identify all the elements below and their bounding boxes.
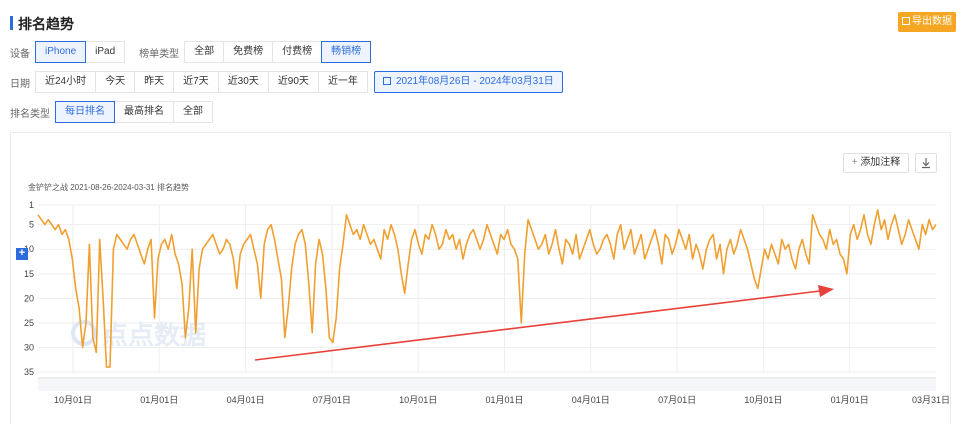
device-option-iphone[interactable]: iPhone [35, 41, 87, 63]
zoom-slider-track[interactable] [38, 379, 936, 391]
x-tick-label: 07月01日 [658, 395, 696, 405]
rank-trend-chart: 15101520253035 10月01日 01月01日 04月01日 07月01日 1… [24, 200, 950, 405]
x-tick-label: 04月01日 [572, 395, 610, 405]
watermark-text: 点点数据 [102, 320, 206, 351]
y-tick-label: 30 [24, 342, 34, 352]
chart-type-grossing[interactable]: 畅销榜 [321, 41, 372, 63]
rank-type-daily[interactable]: 每日排名 [55, 101, 115, 123]
x-tick-label: 01月01日 [831, 395, 869, 405]
x-tick-label: 01月01日 [140, 395, 178, 405]
x-tick-label: 01月01日 [485, 395, 523, 405]
y-tick-label: 15 [24, 269, 34, 279]
x-tick-label: 07月01日 [313, 395, 351, 405]
y-tick-label: 25 [24, 318, 34, 328]
x-tick-label: 10月01日 [744, 395, 782, 405]
x-tick-label: 10月01日 [399, 395, 437, 405]
x-tick-label: 04月01日 [227, 395, 265, 405]
expand-plus-button[interactable]: + [16, 248, 28, 260]
y-axis-ticks: 15101520253035 [24, 200, 34, 377]
trend-arrow-line [254, 290, 821, 361]
x-tick-label: 10月01日 [54, 395, 92, 405]
y-tick-label: 5 [29, 220, 34, 230]
x-axis-ticks: 10月01日 01月01日 04月01日 07月01日 10月01日 01月01日 04月0… [54, 395, 950, 405]
x-tick-label: 03月31日 [912, 395, 950, 405]
y-tick-label: 1 [29, 200, 34, 210]
plus-icon: + [18, 247, 26, 259]
trend-arrow-head [818, 285, 834, 297]
y-tick-label: 20 [24, 293, 34, 303]
chart-grid [38, 204, 936, 391]
y-tick-label: 35 [24, 367, 34, 377]
